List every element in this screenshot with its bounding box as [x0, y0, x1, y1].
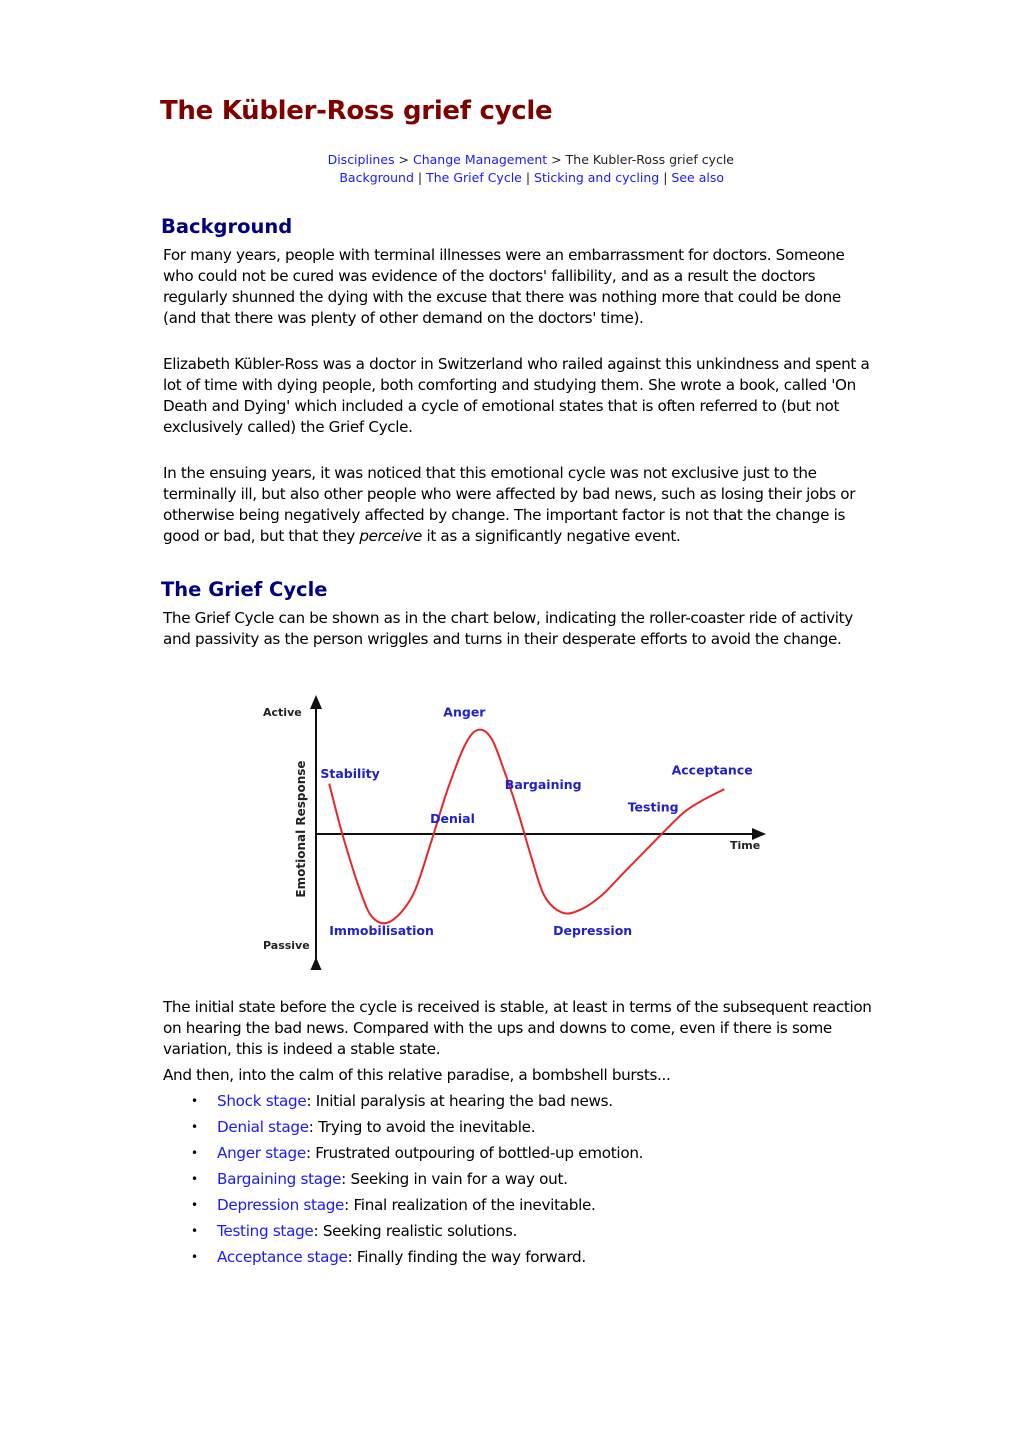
grief-curve-line — [328, 728, 725, 925]
page-title: The Kübler-Ross grief cycle — [160, 96, 553, 126]
section-nav: Background | The Grief Cycle | Sticking … — [160, 169, 862, 187]
stage-item: • Bargaining stage: Seeking in vain for a… — [191, 1168, 643, 1194]
bullet-icon: • — [191, 1224, 198, 1238]
background-paragraph-3: In the ensuing years, it was noticed tha… — [163, 463, 873, 547]
stage-list: • Shock stage: Initial paralysis at heari… — [163, 1090, 644, 1272]
navigation: Disciplines > Change Management > The Ku… — [160, 151, 862, 187]
y-axis-label: Emotional Response — [294, 760, 308, 897]
stage-description: : Initial paralysis at hearing the bad n… — [306, 1092, 613, 1110]
stage-link-acceptance[interactable]: Acceptance stage — [217, 1248, 348, 1266]
stage-label-testing: Testing — [628, 800, 679, 815]
section-link-grief-cycle[interactable]: The Grief Cycle — [426, 170, 522, 185]
stage-description: : Seeking realistic solutions. — [313, 1222, 518, 1240]
x-axis-label: Time — [730, 839, 760, 852]
bullet-icon: • — [191, 1094, 198, 1108]
background-paragraph-1: For many years, people with terminal ill… — [163, 246, 845, 327]
breadcrumb-current: The Kubler-Ross grief cycle — [565, 152, 734, 167]
stage-description: : Finally finding the way forward. — [347, 1248, 587, 1266]
breadcrumb: Disciplines > Change Management > The Ku… — [160, 151, 862, 169]
stage-label-denial: Denial — [430, 811, 475, 826]
nav-separator: | — [417, 170, 423, 185]
after-chart-paragraph-1: The initial state before the cycle is re… — [163, 998, 872, 1058]
breadcrumb-link-disciplines[interactable]: Disciplines — [328, 152, 395, 167]
stage-link-testing[interactable]: Testing stage — [217, 1222, 314, 1240]
stage-label-depression: Depression — [553, 923, 632, 938]
stage-labels: Stability Immobilisation Denial Anger Bargai… — [320, 704, 752, 937]
stage-label-anger: Anger — [443, 704, 486, 719]
section-link-background[interactable]: Background — [339, 170, 414, 185]
nav-separator: | — [663, 170, 668, 185]
stage-description: : Frustrated outpouring of bottled-up em… — [305, 1144, 644, 1162]
grief-cycle-heading: The Grief Cycle — [161, 578, 328, 601]
stage-description: : Final realization of the inevitable. — [344, 1196, 596, 1214]
stage-item: • Depression stage: Final realization of … — [191, 1194, 643, 1220]
nav-separator: | — [525, 170, 531, 185]
bullet-icon: • — [191, 1146, 198, 1160]
background-paragraph-2: Elizabeth Kübler-Ross was a doctor in Sw… — [163, 355, 870, 436]
stage-item: • Shock stage: Initial paralysis at heari… — [191, 1090, 643, 1116]
breadcrumb-separator: > — [398, 152, 410, 167]
stage-item: • Denial stage: Trying to avoid the inevi… — [191, 1116, 643, 1142]
bullet-icon: • — [191, 1120, 198, 1134]
y-bottom-label: Passive — [263, 939, 310, 952]
breadcrumb-separator: > — [551, 152, 562, 167]
grief-cycle-intro: The Grief Cycle can be shown as in the c… — [163, 609, 853, 648]
stage-link-denial[interactable]: Denial stage — [217, 1118, 309, 1136]
stage-description: : Trying to avoid the inevitable. — [308, 1118, 536, 1136]
stage-label-bargaining: Bargaining — [505, 777, 582, 792]
stage-link-shock[interactable]: Shock stage — [217, 1092, 307, 1110]
after-chart-paragraph-2: And then, into the calm of this relative… — [163, 1066, 671, 1084]
stage-link-depression[interactable]: Depression stage — [217, 1196, 344, 1214]
section-link-see-also[interactable]: See also — [671, 170, 724, 185]
stage-description: : Seeking in vain for a way out. — [341, 1170, 568, 1188]
stage-link-anger[interactable]: Anger stage — [217, 1144, 306, 1162]
bullet-icon: • — [191, 1250, 198, 1264]
stage-item: • Anger stage: Frustrated outpouring of b… — [191, 1142, 644, 1168]
background-heading: Background — [161, 215, 293, 238]
bullet-icon: • — [191, 1198, 198, 1212]
stage-label-stability: Stability — [320, 766, 379, 781]
paragraph-text: it as a significantly negative event. — [422, 527, 681, 545]
section-link-sticking-cycling[interactable]: Sticking and cycling — [534, 170, 659, 185]
emphasis-perceive: perceive — [359, 527, 422, 545]
bullet-icon: • — [191, 1172, 198, 1186]
stage-item: • Testing stage: Seeking realistic soluti… — [191, 1220, 643, 1246]
stage-link-bargaining[interactable]: Bargaining stage — [217, 1170, 341, 1188]
breadcrumb-link-change-management[interactable]: Change Management — [413, 152, 547, 167]
stage-item: • Acceptance stage: Finally finding the w… — [191, 1246, 643, 1272]
stage-label-immobilisation: Immobilisation — [329, 923, 434, 938]
y-top-label: Active — [263, 706, 302, 719]
grief-cycle-chart: Active Passive Time Emotional Response S… — [263, 695, 766, 970]
stage-label-acceptance: Acceptance — [672, 763, 753, 778]
